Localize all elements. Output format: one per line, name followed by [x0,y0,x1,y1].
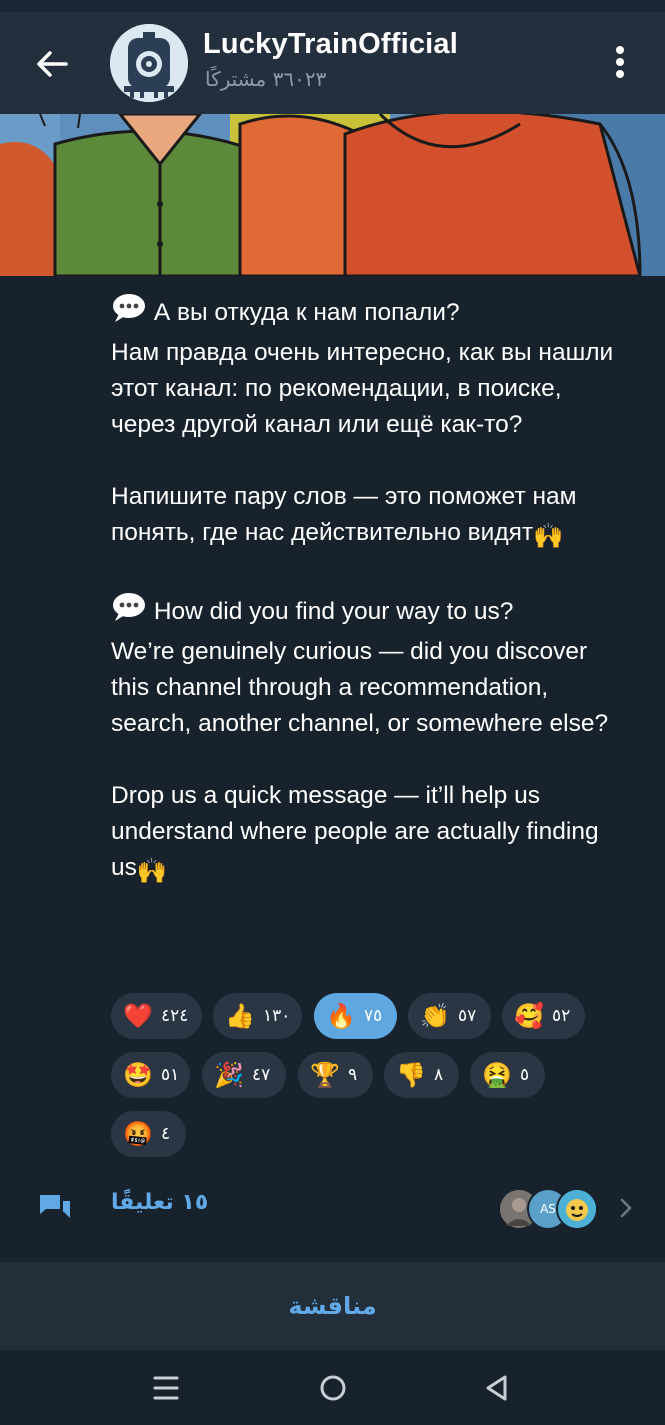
paragraph-ru-question: А вы откуда к нам попали? [111,292,631,335]
post-text: А вы откуда к нам попали? Нам правда оче… [111,292,631,890]
thumbs-down-icon: 👎 [396,1061,426,1089]
more-dot [616,70,624,78]
comments-count: ١٥ تعليقًا [111,1190,209,1215]
reaction-cursing-face[interactable]: 🤬 ٤ [111,1111,186,1157]
heart-icon: ❤️ [123,1002,153,1030]
subscriber-count: ٣٦٠٢٣ مشتركًا [205,67,327,91]
party-popper-icon: 🎉 [214,1061,244,1089]
paragraph-en-call: Drop us a quick message — it’ll help us … [111,778,631,890]
vomiting-face-icon: 🤮 [482,1061,512,1089]
star-struck-icon: 🤩 [123,1061,153,1089]
avatar-initials: AS [540,1202,556,1216]
reaction-thumbs-down[interactable]: 👎 ٨ [384,1052,459,1098]
reaction-count: ٩ [348,1065,358,1085]
discussion-button[interactable]: مناقشة [0,1262,665,1350]
reaction-count: ٧٥ [364,1006,383,1026]
more-dot [616,58,624,66]
channel-avatar[interactable] [110,24,188,102]
reaction-clap[interactable]: 👏 ٥٧ [408,993,491,1039]
paragraph-text: Drop us a quick message — it’ll help us … [111,782,599,881]
smiling-hearts-icon: 🥰 [514,1002,544,1030]
reaction-star-struck[interactable]: 🤩 ٥١ [111,1052,190,1098]
reaction-vomiting-face[interactable]: 🤮 ٥ [470,1052,545,1098]
more-vertical-icon [616,46,624,54]
paragraph-text: Напишите пару слов — это поможет нам пон… [111,483,577,546]
thumbs-up-icon: 👍 [225,1002,255,1030]
reaction-count: ١٣٠ [263,1006,291,1026]
reaction-party-popper[interactable]: 🎉 ٤٧ [202,1052,286,1098]
discussion-label: مناقشة [288,1292,377,1320]
paragraph-en-body: We’re genuinely curious — did you discov… [111,638,609,737]
comments-link[interactable]: ١٥ تعليقًا AS [0,1180,665,1236]
reaction-trophy[interactable]: 🏆 ٩ [298,1052,373,1098]
paragraph-en-question: How did you find your way to us? [111,591,631,634]
trophy-icon: 🏆 [310,1061,340,1089]
chat-header: LuckyTrainOfficial ٣٦٠٢٣ مشتركًا [0,12,665,114]
paragraph-ru-body: Нам правда очень интересно, как вы нашли… [111,339,614,438]
speech-bubble-icon [111,591,147,634]
fire-icon: 🔥 [326,1002,356,1030]
reaction-count: ٥٧ [458,1006,477,1026]
raising-hands-icon: 🙌 [533,523,564,550]
speech-bubble-icon [111,292,147,335]
home-icon[interactable] [313,1368,353,1408]
back-nav-icon[interactable] [477,1368,517,1408]
reaction-count: ٤٧ [252,1065,271,1085]
paragraph-text: А вы откуда к нам попали? [153,299,460,326]
commenter-avatar [556,1188,598,1230]
status-bar [0,0,665,12]
clap-icon: 👏 [420,1002,450,1030]
more-options-button[interactable] [600,42,640,86]
back-arrow-icon [37,51,68,77]
reaction-count: ٥١ [161,1065,180,1085]
illustration-people [0,114,665,276]
reaction-thumbs-up[interactable]: 👍 ١٣٠ [213,993,302,1039]
paragraph-ru-call: Напишите пару слов — это поможет нам пон… [111,479,631,555]
reaction-count: ٤٢٤ [161,1006,189,1026]
paragraph-text: How did you find your way to us? [153,598,514,625]
chevron-right-icon [620,1198,632,1218]
reaction-count: ٥ [520,1065,530,1085]
comments-icon [40,1195,70,1218]
post-image[interactable] [0,114,665,276]
reaction-count: ٨ [434,1065,444,1085]
reaction-smiling-hearts[interactable]: 🥰 ٥٢ [502,993,585,1039]
back-button[interactable] [28,40,76,88]
cursing-face-icon: 🤬 [123,1120,153,1148]
raising-hands-icon: 🙌 [136,858,168,885]
channel-title[interactable]: LuckyTrainOfficial [203,28,458,61]
reaction-count: ٥٢ [552,1006,571,1026]
reaction-fire[interactable]: 🔥 ٧٥ [314,993,397,1039]
recent-apps-icon[interactable] [146,1368,186,1408]
reaction-heart[interactable]: ❤️ ٤٢٤ [111,993,202,1039]
train-logo-icon [110,24,188,102]
reaction-count: ٤ [161,1124,171,1144]
system-navigation-bar [0,1350,665,1425]
